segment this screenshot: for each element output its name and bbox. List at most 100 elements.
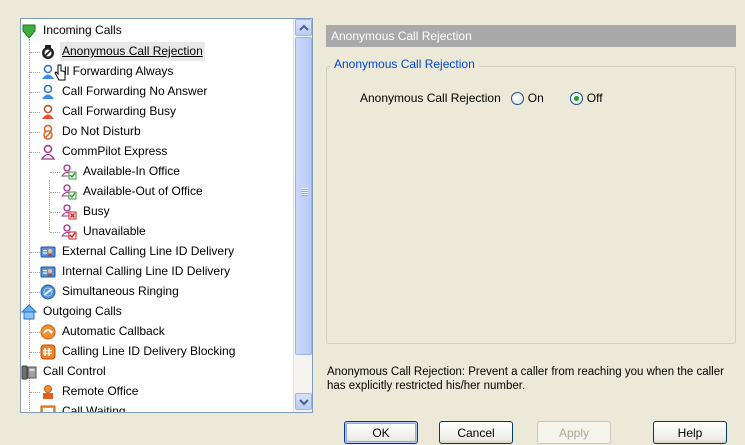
tree-item-label: Call Control (43, 364, 106, 378)
call-waiting-icon (40, 404, 56, 412)
tree-item-label: Call Forwarding No Answer (62, 84, 208, 98)
anonymous-rejection-icon (40, 44, 56, 60)
tree-guide (29, 377, 30, 412)
tree-guide (50, 212, 60, 213)
tree-item-commpilot-express[interactable]: CommPilot Express (40, 142, 169, 161)
tree-item-label: Anonymous Call Rejection (60, 42, 205, 61)
tree-item-outgoing-calls[interactable]: Outgoing Calls (21, 302, 124, 321)
radio-off[interactable]: Off (569, 91, 603, 105)
call-forward-icon (40, 84, 56, 100)
ok-button[interactable]: OK (344, 421, 418, 444)
person-unavailable-icon (61, 223, 77, 240)
dialog-window: Incoming Calls Anonymous Call Rejection (3, 3, 742, 444)
tree-guide (49, 180, 50, 232)
tree-item-label: Incoming Calls (43, 23, 122, 37)
tree-item-simultaneous-ringing[interactable]: Simultaneous Ringing (40, 282, 181, 301)
tree-item-call-control[interactable]: Call Control (21, 362, 108, 381)
ringing-icon (40, 284, 56, 300)
call-forward-busy-icon (40, 104, 56, 120)
tree-guide (30, 272, 40, 273)
tree-guide (30, 92, 40, 93)
tree-item-call-forwarding-always[interactable]: ll Forwarding Always (40, 62, 175, 81)
tree-guide (30, 152, 40, 153)
house-icon (21, 303, 38, 320)
tree-item-label: Call Forwarding Busy (62, 104, 177, 118)
grip-icon (301, 188, 308, 196)
tree-item-label: Outgoing Calls (43, 304, 122, 318)
tree-item-label: Automatic Callback (62, 324, 165, 338)
tree-item-label: Remote Office (62, 384, 139, 398)
tree-item-do-not-disturb[interactable]: Do Not Disturb (40, 122, 143, 141)
tree-item-available-in-office[interactable]: Available-In Office (61, 162, 182, 181)
scroll-up-button[interactable] (295, 19, 312, 36)
tree-item-automatic-callback[interactable]: Automatic Callback (40, 322, 167, 341)
blocking-icon (40, 344, 56, 360)
green-down-arrow-icon (21, 23, 37, 39)
tree-item-label: ll Forwarding Always (64, 64, 174, 78)
person-icon (40, 144, 56, 160)
tree-item-label: CommPilot Express (62, 144, 168, 158)
tree-item-remote-office[interactable]: Remote Office (40, 382, 140, 401)
tree-item-call-forwarding-busy[interactable]: Call Forwarding Busy (40, 102, 178, 121)
tree-guide (29, 39, 30, 305)
tree-item-label: Available-Out of Office (83, 184, 203, 198)
apply-button[interactable]: Apply (537, 421, 611, 444)
tree-item-label: Unavailable (83, 224, 146, 238)
tree-guide (30, 52, 40, 53)
tree-guide (50, 232, 60, 233)
scroll-thumb[interactable] (295, 37, 312, 355)
id-card-icon (40, 244, 56, 260)
tree-item-call-forwarding-no-answer[interactable]: Call Forwarding No Answer (40, 82, 209, 101)
radio-off-circle[interactable] (569, 91, 583, 105)
tree-guide (29, 319, 30, 359)
tree-content: Incoming Calls Anonymous Call Rejection (21, 19, 293, 412)
remote-office-icon (40, 384, 56, 400)
tree-guide (30, 72, 40, 73)
tree-item-label: Simultaneous Ringing (62, 284, 179, 298)
radio-on-circle[interactable] (510, 91, 524, 105)
feature-description: Anonymous Call Rejection: Prevent a call… (327, 366, 724, 392)
tree-item-internal-clid-delivery[interactable]: Internal Calling Line ID Delivery (40, 262, 232, 281)
tree-guide (30, 332, 40, 333)
tree-item-available-out-of-office[interactable]: Available-Out of Office (61, 182, 205, 201)
tree-guide (30, 352, 40, 353)
phone-icon (21, 364, 37, 380)
help-button[interactable]: Help (653, 421, 727, 444)
tree-guide (30, 292, 40, 293)
feature-tree[interactable]: Incoming Calls Anonymous Call Rejection (20, 18, 313, 413)
tree-item-label: Calling Line ID Delivery Blocking (62, 344, 236, 358)
tree-item-label: External Calling Line ID Delivery (62, 244, 235, 258)
tree-item-unavailable[interactable]: Unavailable (61, 222, 148, 241)
tree-item-external-clid-delivery[interactable]: External Calling Line ID Delivery (40, 242, 236, 261)
tree-scrollbar[interactable] (293, 19, 312, 412)
do-not-disturb-icon (40, 124, 56, 140)
tree-item-label: Call Waiting (62, 404, 126, 412)
cancel-button[interactable]: Cancel (439, 421, 513, 444)
tree-item-label: Do Not Disturb (62, 124, 141, 138)
group-legend: Anonymous Call Rejection (330, 57, 479, 71)
scroll-down-button[interactable] (295, 393, 312, 410)
tree-item-label: Internal Calling Line ID Delivery (62, 264, 231, 278)
person-check-icon (61, 183, 77, 200)
setting-label: Anonymous Call Rejection (360, 91, 501, 105)
id-card-icon (40, 264, 56, 280)
tree-guide (50, 192, 60, 193)
tree-guide (30, 392, 40, 393)
tree-item-anonymous-call-rejection[interactable]: Anonymous Call Rejection (40, 42, 205, 61)
radio-off-label: Off (586, 91, 603, 105)
tree-item-busy[interactable]: Busy (61, 202, 112, 221)
person-check-icon (61, 163, 77, 180)
settings-group (326, 66, 736, 344)
tree-guide (30, 252, 40, 253)
tree-item-label: Available-In Office (83, 164, 180, 178)
tree-item-incoming-calls[interactable]: Incoming Calls (21, 21, 124, 40)
callback-icon (40, 324, 56, 340)
person-busy-icon (61, 203, 77, 220)
radio-on[interactable]: On (510, 91, 544, 105)
tree-guide (50, 172, 60, 173)
tree-item-clid-delivery-blocking[interactable]: Calling Line ID Delivery Blocking (40, 342, 237, 361)
tree-item-call-waiting[interactable]: Call Waiting (40, 402, 128, 412)
panel-header: Anonymous Call Rejection (326, 25, 736, 47)
radio-on-label: On (527, 91, 544, 105)
setting-row: Anonymous Call Rejection On Off (360, 89, 603, 107)
